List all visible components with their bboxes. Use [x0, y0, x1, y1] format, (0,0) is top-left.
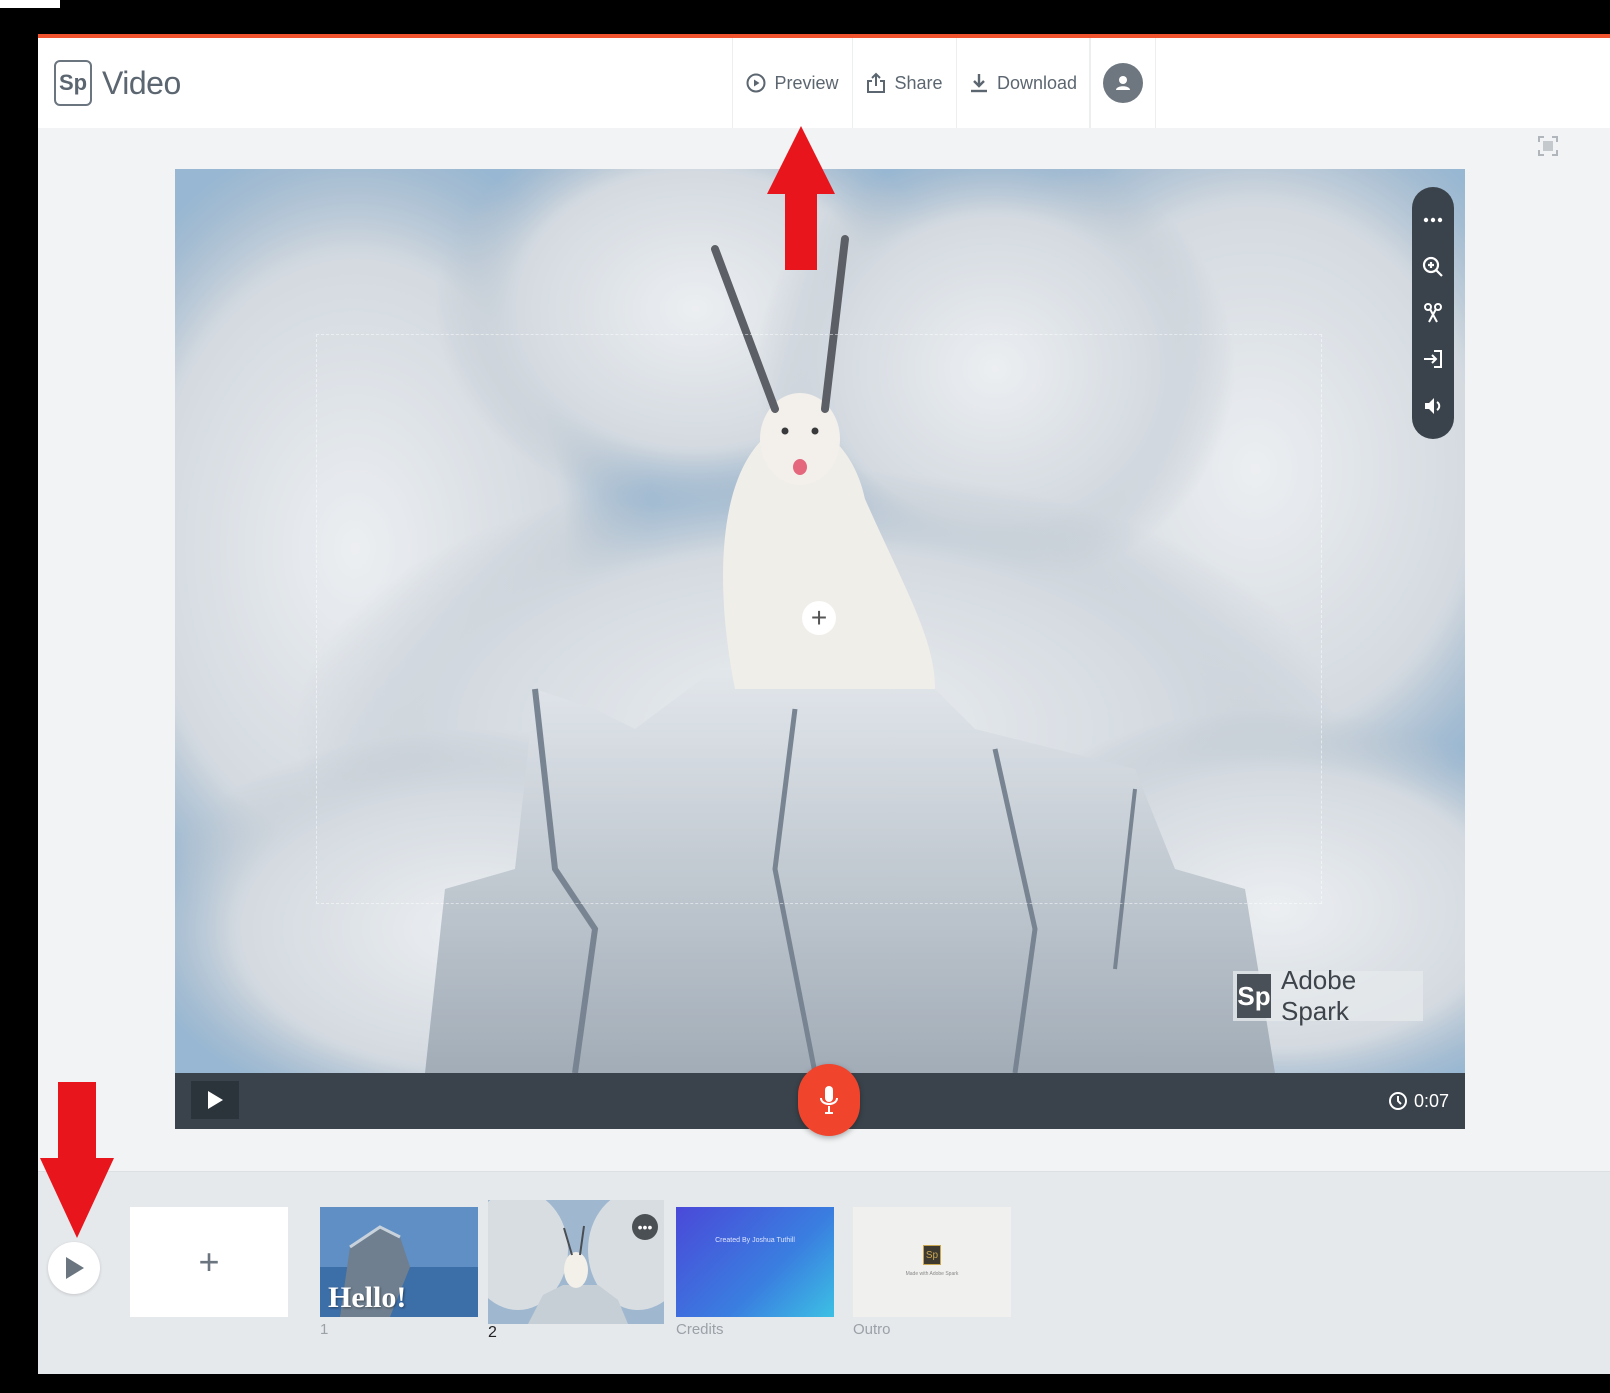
- credits-preview: Created By Joshua Tuthill: [676, 1207, 834, 1317]
- adobe-spark-watermark: Sp Adobe Spark: [1233, 965, 1423, 1026]
- header: Sp Video Preview Share Download: [38, 38, 1610, 128]
- screenshot-frame: Sp Video Preview Share Download + Sp Ado…: [0, 0, 1610, 1393]
- spark-logo-icon: Sp: [923, 1245, 941, 1265]
- more-icon[interactable]: [1418, 205, 1448, 235]
- play-icon: [208, 1091, 223, 1109]
- credits-text: Created By Joshua Tuthill: [715, 1237, 795, 1244]
- slide-timeline: + Hello! 1 ••• 2 Created By Joshua Tuthi…: [38, 1171, 1610, 1374]
- slide-canvas[interactable]: + Sp Adobe Spark: [175, 169, 1465, 1073]
- slide-duration[interactable]: 0:07: [1388, 1073, 1449, 1129]
- slide-2-preview: •••: [488, 1200, 664, 1324]
- volume-icon[interactable]: [1418, 391, 1448, 421]
- top-strip: [0, 0, 60, 8]
- account-button[interactable]: [1090, 38, 1156, 128]
- share-label: Share: [894, 72, 943, 93]
- share-icon: [867, 72, 886, 93]
- user-icon: [1116, 76, 1130, 90]
- watermark-text: Adobe Spark: [1281, 965, 1357, 1026]
- outro-label: Outro: [853, 1321, 891, 1338]
- avatar: [1103, 63, 1143, 103]
- slide-thumbnail-2[interactable]: ••• 2: [488, 1200, 664, 1341]
- share-button[interactable]: Share: [852, 38, 956, 128]
- play-icon: [66, 1257, 84, 1279]
- slide-options-button[interactable]: •••: [632, 1214, 658, 1240]
- slide-thumbnail-1[interactable]: Hello! 1: [320, 1207, 478, 1338]
- arrow-down-annotation: [40, 1082, 114, 1238]
- add-slide-button[interactable]: +: [130, 1207, 288, 1317]
- slide-1-label: 1: [320, 1321, 329, 1338]
- download-button[interactable]: Download: [956, 38, 1090, 128]
- preview-label: Preview: [774, 72, 839, 93]
- credits-label: Credits: [676, 1321, 724, 1338]
- record-voice-button[interactable]: [798, 1064, 860, 1136]
- slide-tools: [1412, 187, 1454, 439]
- preview-icon: [746, 73, 766, 93]
- add-content-button[interactable]: +: [802, 601, 836, 635]
- insert-icon[interactable]: [1418, 344, 1448, 374]
- slide-thumbnail-outro[interactable]: Sp Made with Adobe Spark Outro: [853, 1207, 1011, 1338]
- download-label: Download: [996, 72, 1078, 93]
- logo-mark: Sp: [54, 60, 92, 106]
- slide-2-label: 2: [488, 1324, 497, 1341]
- clock-icon: [1388, 1092, 1407, 1110]
- play-button[interactable]: [191, 1081, 239, 1119]
- slide-1-preview: Hello!: [320, 1207, 478, 1317]
- slide-1-title: Hello!: [328, 1281, 407, 1314]
- zoom-icon[interactable]: [1418, 252, 1448, 282]
- preview-button[interactable]: Preview: [732, 38, 852, 128]
- arrow-up-annotation: [767, 126, 835, 270]
- download-icon: [970, 74, 987, 93]
- slide-thumbnail-credits[interactable]: Created By Joshua Tuthill Credits: [676, 1207, 834, 1338]
- outro-preview: Sp Made with Adobe Spark: [853, 1207, 1011, 1317]
- fullscreen-icon[interactable]: [1536, 134, 1560, 158]
- watermark-mark: Sp: [1237, 974, 1271, 1018]
- duration-value: 0:07: [1413, 1090, 1449, 1111]
- logo[interactable]: Sp Video: [54, 60, 181, 106]
- play-all-button[interactable]: [48, 1242, 100, 1294]
- outro-caption: Made with Adobe Spark: [905, 1271, 959, 1277]
- microphone-icon: [820, 1086, 838, 1114]
- trim-icon[interactable]: [1418, 298, 1448, 328]
- app-title: Video: [102, 64, 181, 101]
